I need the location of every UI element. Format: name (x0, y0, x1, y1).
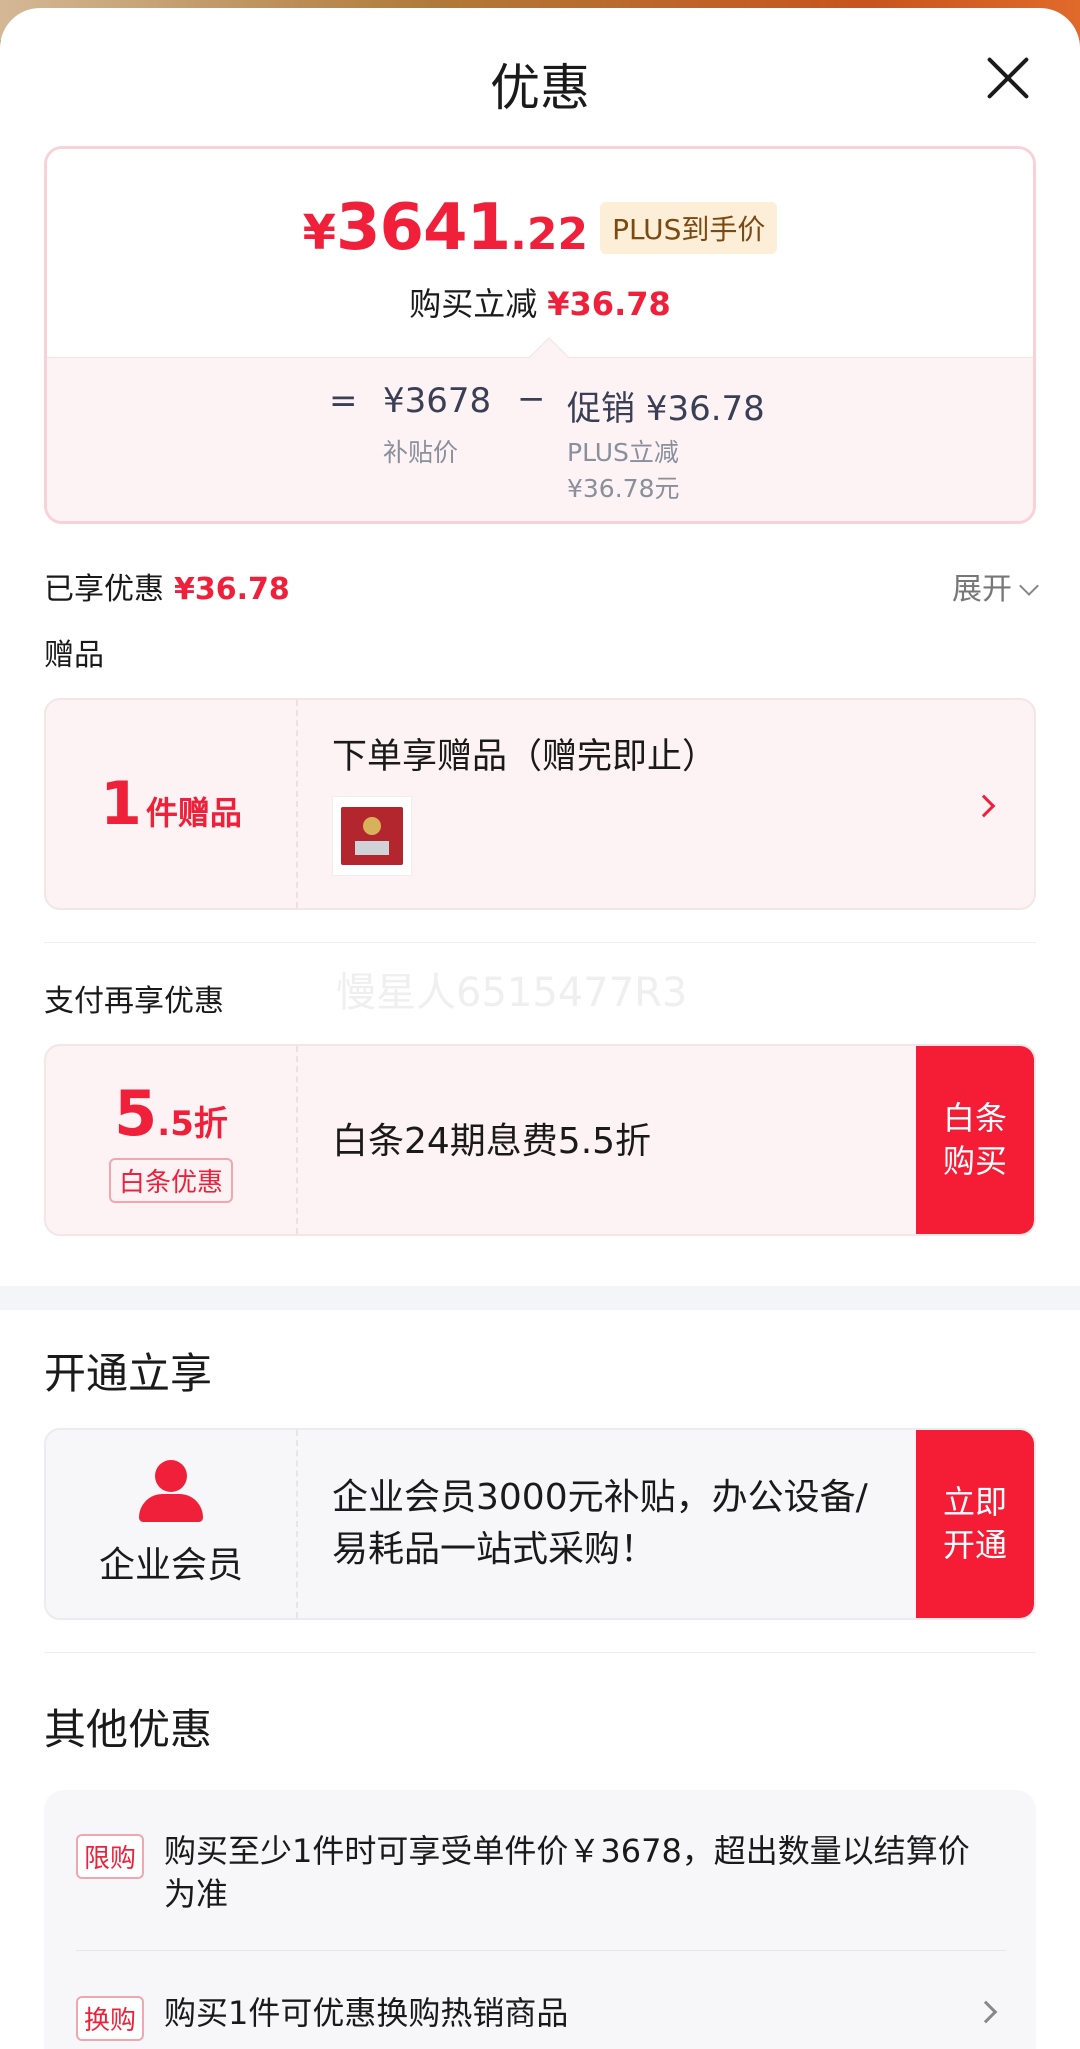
member-panel: 企业会员 (46, 1430, 298, 1618)
gift-card[interactable]: 1 件赠品 下单享赠品（赠完即止） (44, 698, 1036, 910)
gift-box-image (341, 807, 403, 865)
price-top: ¥ 3641 .22 PLUS到手价 购买立减 ¥36.78 (47, 149, 1033, 357)
section-gap (0, 1286, 1080, 1310)
discount-panel: 5 .5折 白条优惠 (46, 1046, 298, 1234)
watermark: 慢星人6515477R3 (336, 970, 688, 1016)
member-card[interactable]: 企业会员 企业会员3000元补贴，办公设备/易耗品一站式采购！ 立即开通 (44, 1428, 1036, 1620)
minus-sign: − (517, 379, 546, 419)
member-label: 企业会员 (98, 1545, 243, 1586)
chevron-right-icon (972, 794, 996, 818)
gift-thumbnail[interactable] (332, 796, 412, 876)
promo-amount: 促销 ¥36.78 (567, 389, 765, 429)
gift-count: 1 件赠品 (100, 769, 242, 839)
price-summary-card: ¥ 3641 .22 PLUS到手价 购买立减 ¥36.78 = ¥3678 补贴… (44, 146, 1036, 524)
activate-section-title: 开通立享 (44, 1349, 213, 1398)
baitiao-tag: 白条优惠 (108, 1158, 233, 1203)
offer-text[interactable]: 购买1件可优惠换购热销商品 (164, 1992, 984, 2035)
gift-count-number: 1 (100, 769, 142, 839)
currency-symbol: ¥ (302, 205, 336, 261)
offer-text: 购买至少1件时可享受单件价￥3678，超出数量以结算价为准 (164, 1832, 970, 1914)
offer-divider (76, 1950, 1006, 1951)
gift-count-unit: 件赠品 (145, 794, 242, 832)
member-text: 企业会员3000元补贴，办公设备/易耗品一站式采购！ (332, 1477, 868, 1571)
offer-tag: 限购 (76, 1834, 145, 1879)
expand-label: 展开 (952, 572, 1012, 607)
reduce-amount: ¥36.78 (547, 285, 671, 323)
price-decimal: .22 (510, 209, 589, 260)
chevron-down-icon (1019, 576, 1039, 596)
sheet-title: 优惠 (490, 59, 590, 117)
enjoyed-amount: ¥36.78 (174, 572, 290, 607)
expand-button[interactable]: 展开 (952, 564, 1039, 608)
discount-value: 5 .5折 (114, 1077, 228, 1150)
plus-price-badge: PLUS到手价 (600, 202, 778, 254)
discount-sheet: 优惠 ¥ 3641 .22 PLUS到手价 购买立减 ¥36.78 = ¥3678… (0, 8, 1080, 2049)
divider (44, 942, 1036, 943)
final-price: ¥ 3641 .22 (303, 191, 588, 265)
promo-sub-amount: ¥36.78元 (567, 474, 680, 503)
baitiao-buy-button[interactable]: 白条购买 (916, 1046, 1034, 1234)
other-section-title: 其他优惠 (44, 1705, 213, 1754)
enjoyed-discount: 已享优惠 ¥36.78 (44, 564, 290, 608)
gift-section-title: 赠品 (44, 638, 104, 673)
gift-title: 下单享赠品（赠完即止） (332, 737, 718, 777)
person-icon (139, 1460, 203, 1522)
reduce-label: 购买立减 (409, 285, 538, 323)
activate-now-button[interactable]: 立即开通 (916, 1430, 1034, 1618)
enjoyed-label: 已享优惠 (44, 572, 164, 607)
pay-section-title: 支付再享优惠 (44, 984, 224, 1019)
offer-tag: 换购 (76, 1996, 145, 2041)
discount-rest: .5折 (157, 1104, 228, 1144)
close-icon[interactable] (978, 48, 1038, 108)
subsidy-price: ¥3678 (383, 381, 492, 421)
price-integer: 3641 (335, 191, 511, 265)
baitiao-text: 白条24期息费5.5折 (332, 1121, 652, 1162)
promo-sub-label: PLUS立减 (567, 438, 679, 467)
baitiao-card[interactable]: 5 .5折 白条优惠 白条24期息费5.5折 白条购买 (44, 1044, 1036, 1236)
gift-count-panel: 1 件赠品 (46, 700, 298, 908)
final-price-row: ¥ 3641 .22 PLUS到手价 (47, 191, 1033, 265)
divider (44, 1652, 1036, 1653)
subsidy-label: 补贴价 (383, 438, 459, 467)
equals-sign: = (329, 381, 358, 421)
other-offers-box: 限购 购买至少1件时可享受单件价￥3678，超出数量以结算价为准 换购 购买1件… (44, 1790, 1036, 2049)
discount-main: 5 (114, 1077, 158, 1150)
instant-reduce-row: 购买立减 ¥36.78 (47, 279, 1033, 325)
